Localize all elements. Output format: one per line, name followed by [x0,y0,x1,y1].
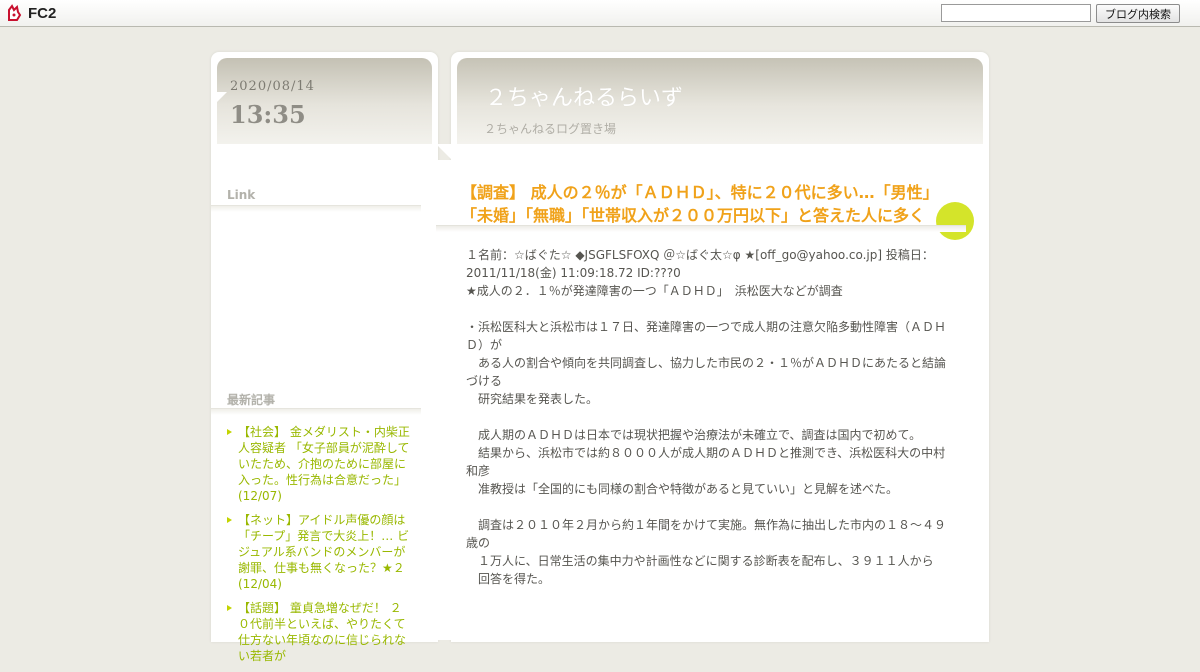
main-notch [436,144,452,160]
entry-title-line: 【調査】 成人の２％が「ＡＤＨＤ」、特に２０代に多い…「男性」 [461,183,939,202]
fc2-logo-text: FC2 [28,5,57,22]
link-divider [211,205,421,212]
sidebar-notch [211,92,227,108]
link-heading: Link [227,188,256,202]
recent-article-link[interactable]: 【話題】 童貞急増なぜだ！ ２０代前半といえば、やりたくて仕方ない年頃なのに信じ… [227,600,413,664]
blog-header: ２ちゃんねるらいず ２ちゃんねるログ置き場 [457,58,983,144]
entry-title-line: 「未婚」「無職」「世帯収入が２００万円以下」と答えた人に多く [461,206,926,225]
sidebar: 2020/08/14 13:35 Link 最新記事 【社会】 金メダリスト・内… [211,52,438,663]
blog-search-button[interactable]: ブログ内検索 [1096,4,1180,23]
recent-article-link[interactable]: 【ネット】アイドル声優の顔は「チープ」発言で大炎上！… ビジュアル系バンドのメン… [227,512,413,592]
fc2-toolbar: FC2 ブログ内検索 [0,0,1200,27]
fc2-logo-icon [8,4,22,21]
blog-search-input[interactable] [941,4,1091,22]
date-box: 2020/08/14 13:35 [217,58,432,144]
entry-title[interactable]: 【調査】 成人の２％が「ＡＤＨＤ」、特に２０代に多い…「男性」 「未婚」「無職」… [461,181,981,227]
fc2-logo[interactable]: FC2 [6,4,66,22]
blog-title[interactable]: ２ちゃんねるらいず [485,80,683,112]
blog-description: ２ちゃんねるログ置き場 [484,122,617,136]
entry-divider [436,225,966,232]
recent-articles-list: 【社会】 金メダリスト・内柴正人容疑者 「女子部員が泥酔していたため、介抱のため… [227,424,413,672]
recent-article-link[interactable]: 【社会】 金メダリスト・内柴正人容疑者 「女子部員が泥酔していたため、介抱のため… [227,424,413,504]
recent-heading: 最新記事 [227,393,276,407]
main-panel-extension [436,160,452,640]
sidebar-date: 2020/08/14 [230,79,315,94]
recent-divider [211,408,421,415]
entry-body: １名前：☆ばぐた☆ ◆JSGFLSFOXQ ＠☆ばぐ太☆φ ★[off_go@y… [466,248,947,586]
sidebar-time: 13:35 [230,100,306,129]
